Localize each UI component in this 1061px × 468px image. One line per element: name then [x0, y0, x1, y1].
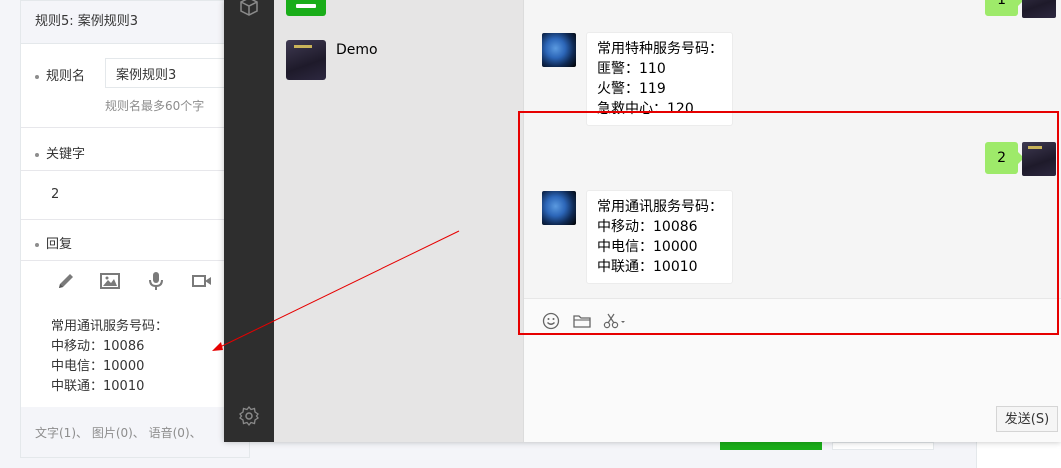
annotation-arrow	[212, 230, 460, 351]
